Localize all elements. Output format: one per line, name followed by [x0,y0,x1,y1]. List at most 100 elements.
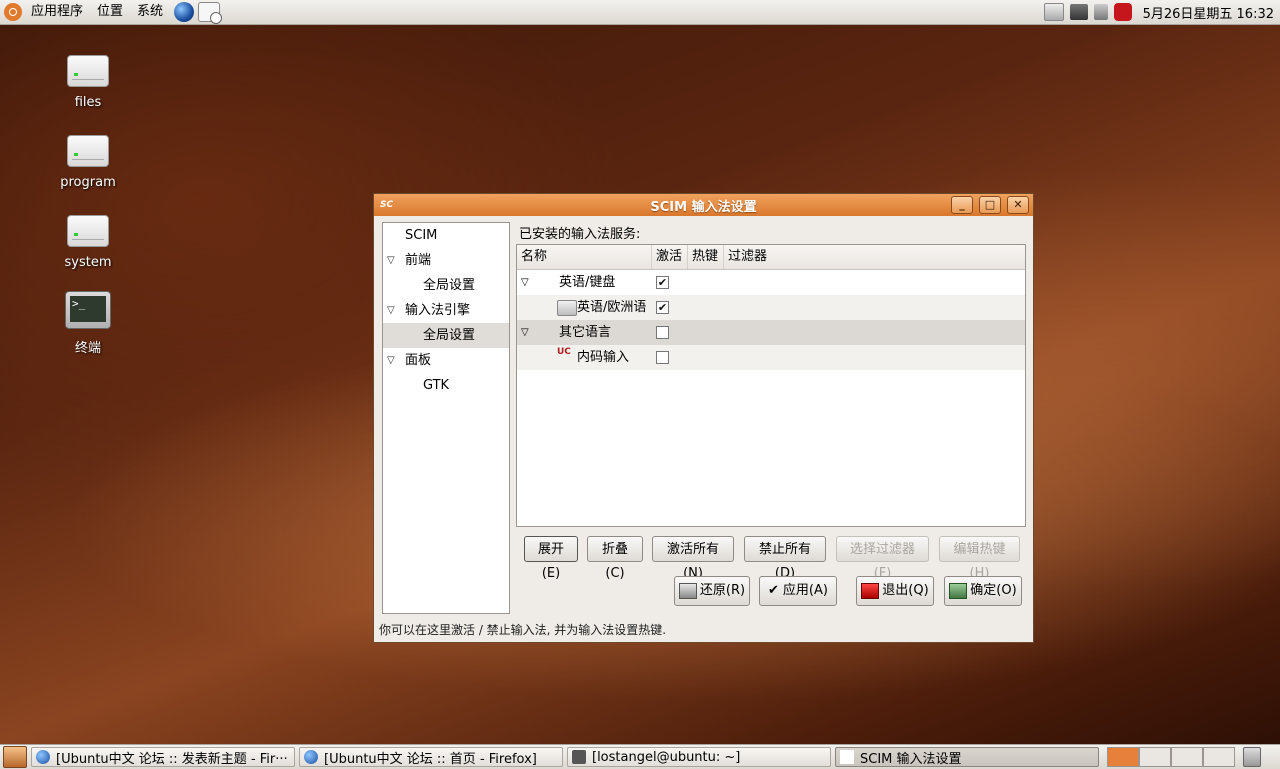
tree-item-im-engine[interactable]: ▽ 输入法引擎 [383,298,509,323]
tree-item-frontend[interactable]: ▽ 前端 [383,248,509,273]
trash-icon[interactable] [1243,747,1261,767]
volume-icon[interactable] [1093,4,1108,20]
table-row[interactable]: ▽ 其它语言 [517,320,1025,345]
tree-item-engine-global[interactable]: 全局设置 [383,323,509,348]
ok-label: 确定(O) [970,583,1017,598]
mail-client-icon[interactable] [198,2,223,24]
workspace-4[interactable] [1203,747,1235,767]
collapse-button[interactable]: 折叠(C) [587,536,643,581]
column-name[interactable]: 名称 [517,245,652,269]
show-desktop-icon[interactable] [3,746,27,768]
window-title: SCIM 输入法设置 [650,199,757,215]
settings-tree: SCIM ▽ 前端 全局设置 ▽ 输入法引擎 全局设置 ▽ 面板 GTK [382,222,510,614]
ok-button[interactable]: 确定(O) [944,576,1022,606]
taskbar-item-label: [lostangel@ubuntu: ~] [592,749,741,765]
ubuntu-logo-icon[interactable] [4,3,22,21]
active-checkbox[interactable] [656,326,669,339]
window-titlebar[interactable]: SC SCIM 输入法设置 _ □ ✕ [374,194,1033,216]
row-name: 内码输入 [577,350,630,365]
taskbar-item-active[interactable]: SCIM 输入法设置 [835,747,1099,767]
table-row[interactable]: UC 内码输入 [517,345,1025,370]
taskbar-item[interactable]: [Ubuntu中文 论坛 :: 首页 - Firefox] [299,747,563,767]
status-bar: 你可以在这里激活 / 禁止输入法, 并为输入法设置热键. [379,623,667,637]
web-browser-icon[interactable] [174,2,195,22]
desktop-icon-terminal[interactable]: >_ 终端 [38,291,138,356]
tree-item-gtk[interactable]: GTK [383,373,509,398]
table-row[interactable]: ▽ 英语/键盘 ✔ [517,270,1025,295]
expand-button[interactable]: 展开(E) [524,536,578,581]
taskbar-item[interactable]: [Ubuntu中文 论坛 :: 发表新主题 - Fir··· [31,747,295,767]
expander-arrow-icon[interactable]: ▽ [387,248,395,273]
network-icon[interactable] [1069,4,1088,20]
quit-button[interactable]: 退出(Q) [856,576,934,606]
table-row[interactable]: 英语/欧洲语 ✔ [517,295,1025,320]
desktop-icon-label: system [64,255,112,270]
system-tray: 5月26日星期五 16:32 [1041,0,1280,24]
desktop-icon-system[interactable]: system [38,215,138,270]
taskbar-item-label: [Ubuntu中文 论坛 :: 首页 - Firefox] [324,751,537,767]
tree-item-frontend-global[interactable]: 全局设置 [383,273,509,298]
menu-applications[interactable]: 应用程序 [24,0,90,24]
firefox-icon [304,750,318,764]
apply-button[interactable]: ✔ 应用(A) [759,576,837,606]
workspace-1[interactable] [1107,747,1139,767]
revert-label: 还原(R) [699,583,746,598]
active-checkbox[interactable] [656,351,669,364]
taskbar-item-label: SCIM 输入法设置 [860,751,962,767]
drive-icon [67,215,109,247]
expander-arrow-icon[interactable]: ▽ [521,270,529,295]
active-checkbox[interactable]: ✔ [656,276,669,289]
drive-icon [67,55,109,87]
disable-all-button[interactable]: 禁止所有(D) [744,536,826,581]
check-icon: ✔ [768,583,779,598]
installed-services-label: 已安装的输入法服务: [519,227,641,242]
keyboard-icon [557,300,577,316]
close-button[interactable]: ✕ [1007,196,1029,214]
active-checkbox[interactable]: ✔ [656,301,669,314]
menu-system[interactable]: 系统 [130,0,170,24]
tree-item-scim[interactable]: SCIM [383,223,509,248]
minimize-button[interactable]: _ [951,196,973,214]
edit-hotkey-button[interactable]: 编辑热键(H) [939,536,1020,581]
desktop-icon-label: 终端 [74,341,101,356]
column-hotkey[interactable]: 热键 [688,245,724,269]
power-icon[interactable] [1113,3,1132,21]
expander-arrow-icon[interactable]: ▽ [387,298,395,323]
terminal-screen: >_ [70,296,106,322]
table-header: 名称 激活 热键 过滤器 [517,245,1025,270]
apply-label: 应用(A) [782,583,828,598]
workspace-3[interactable] [1171,747,1203,767]
row-name: 英语/键盘 [559,275,616,290]
terminal-icon: >_ [65,291,111,329]
taskbar-item-label: [Ubuntu中文 论坛 :: 发表新主题 - Fir··· [56,751,288,767]
column-filter[interactable]: 过滤器 [724,245,1025,269]
tree-item-panel[interactable]: ▽ 面板 [383,348,509,373]
terminal-icon [572,750,586,764]
maximize-button[interactable]: □ [979,196,1001,214]
desktop-icon-program[interactable]: program [38,135,138,190]
taskbar-item[interactable]: [lostangel@ubuntu: ~] [567,747,831,767]
ok-icon [949,582,968,599]
keyboard-icon[interactable] [1043,3,1064,21]
firefox-icon [36,750,50,764]
expander-arrow-icon[interactable]: ▽ [387,348,395,373]
desktop-icon-files[interactable]: files [38,55,138,110]
desktop-icon-label: program [60,175,116,190]
row-name: 英语/欧洲语 [577,300,647,315]
revert-icon [678,582,697,599]
workspace-2[interactable] [1139,747,1171,767]
revert-button[interactable]: 还原(R) [674,576,750,606]
menu-places[interactable]: 位置 [90,0,130,24]
raw-code-icon: UC [557,347,571,357]
clock[interactable]: 5月26日星期五 16:32 [1135,3,1280,22]
select-filter-button[interactable]: 选择过滤器(F) [836,536,929,581]
scim-icon [840,750,854,764]
workspace-switcher [1107,747,1235,767]
quit-label: 退出(Q) [882,583,929,598]
activate-all-button[interactable]: 激活所有(N) [652,536,734,581]
drive-icon [67,135,109,167]
expander-arrow-icon[interactable]: ▽ [521,320,529,345]
row-name: 其它语言 [559,325,612,340]
bottom-panel: [Ubuntu中文 论坛 :: 发表新主题 - Fir··· [Ubuntu中文… [0,744,1280,769]
column-active[interactable]: 激活 [652,245,688,269]
